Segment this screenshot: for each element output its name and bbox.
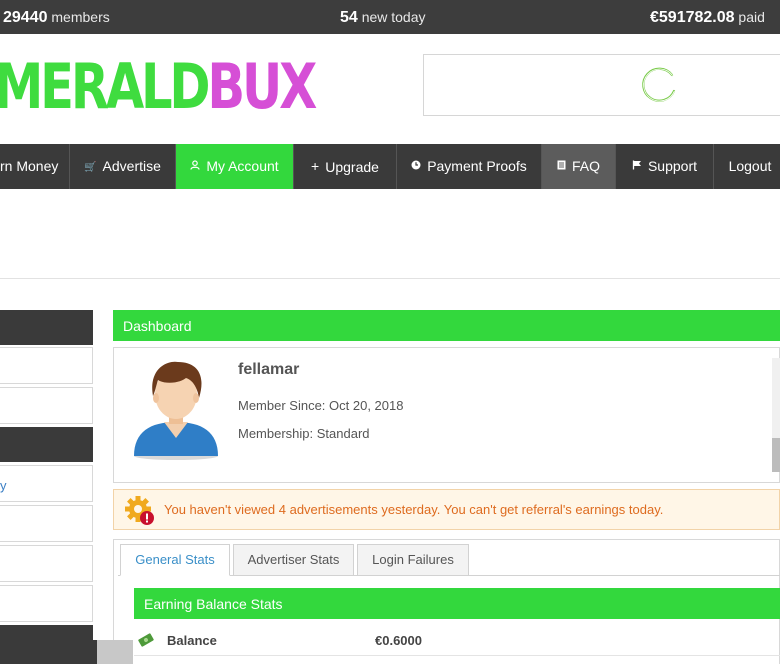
profile-scrollbar[interactable] <box>772 358 780 472</box>
nav-logout-label: Logout <box>728 158 772 174</box>
earning-balance-header: Earning Balance Stats <box>134 588 780 619</box>
sidebar-item[interactable] <box>0 585 93 622</box>
sidebar-item[interactable] <box>0 505 93 542</box>
user-icon <box>190 145 200 189</box>
money-icon <box>138 633 154 647</box>
members-stat: 29440 members <box>3 9 110 27</box>
bottom-overlay-bar <box>0 640 133 664</box>
sidebar-header <box>0 310 93 345</box>
balance-row-divider <box>134 655 780 656</box>
paid-amount: €591782.08 <box>650 9 735 26</box>
loading-spinner-icon <box>642 67 676 102</box>
banner-ad-box[interactable] <box>423 54 780 116</box>
nav-upgrade-label: Upgrade <box>325 159 379 175</box>
bottom-overlay-dark <box>0 640 97 664</box>
flag-icon <box>632 145 642 189</box>
site-logo[interactable]: MERALDBUX <box>0 50 317 123</box>
profile-membership: Membership: Standard <box>238 426 370 441</box>
dashboard-header: Dashboard <box>113 310 780 341</box>
tab-advertiser-stats[interactable]: Advertiser Stats <box>233 544 354 576</box>
content-divider <box>0 278 780 279</box>
new-today-count: 54 <box>340 9 358 26</box>
logo-part-pink: BUX <box>207 50 317 123</box>
dashboard-title: Dashboard <box>123 318 192 334</box>
balance-label: Balance <box>167 633 217 648</box>
logo-part-green: MERALD <box>0 50 211 123</box>
tab-login-failures[interactable]: Login Failures <box>357 544 469 576</box>
nav-payment-proofs[interactable]: Payment Proofs <box>397 144 542 189</box>
site-stats-bar: 29440 members 54 new today €591782.08 pa… <box>0 0 780 34</box>
user-avatar-icon <box>134 361 218 460</box>
profile-username: fellamar <box>238 361 300 378</box>
book-icon <box>557 145 566 189</box>
sidebar-item[interactable] <box>0 545 93 582</box>
nav-advertise-label: Advertise <box>102 158 161 174</box>
scrollbar-thumb[interactable] <box>772 438 780 472</box>
warning-gear-icon <box>125 496 154 525</box>
cart-icon: 🛒 <box>84 162 97 173</box>
paid-stat: €591782.08 paid <box>650 9 765 27</box>
referral-warning-alert: You haven't viewed 4 advertisements yest… <box>113 489 780 530</box>
sidebar-item-label: y <box>0 478 7 493</box>
main-nav: rn Money 🛒 Advertise My Account + Upgrade … <box>0 144 780 189</box>
tab-login-failures-label: Login Failures <box>372 552 454 567</box>
nav-payment-proofs-label: Payment Proofs <box>427 158 527 174</box>
nav-support[interactable]: Support <box>616 144 714 189</box>
nav-my-account[interactable]: My Account <box>176 144 294 189</box>
tab-advertiser-stats-label: Advertiser Stats <box>247 552 340 567</box>
sidebar-item[interactable]: y <box>0 465 93 502</box>
nav-faq-label: FAQ <box>571 158 600 174</box>
balance-value: €0.6000 <box>375 633 422 648</box>
members-count: 29440 <box>3 9 48 26</box>
nav-logout[interactable]: Logout <box>714 144 780 189</box>
paid-label: paid <box>738 9 765 25</box>
earning-balance-title: Earning Balance Stats <box>144 596 283 612</box>
sidebar-item[interactable] <box>0 387 93 424</box>
new-today-stat: 54 new today <box>340 9 426 27</box>
sidebar-item[interactable] <box>0 347 93 384</box>
profile-card: fellamar Member Since: Oct 20, 2018 Memb… <box>113 347 780 483</box>
nav-advertise[interactable]: 🛒 Advertise <box>70 144 176 189</box>
stats-tabs-panel: General Stats Advertiser Stats Login Fai… <box>113 539 780 664</box>
members-label: members <box>51 9 110 25</box>
profile-member-since: Member Since: Oct 20, 2018 <box>238 398 404 413</box>
nav-upgrade[interactable]: + Upgrade <box>294 144 397 189</box>
nav-faq[interactable]: FAQ <box>542 144 616 189</box>
nav-earn-money-label: rn Money <box>0 158 59 174</box>
sidebar-header <box>0 427 93 462</box>
nav-support-label: Support <box>647 158 698 174</box>
nav-my-account-label: My Account <box>206 158 279 174</box>
tab-general-stats[interactable]: General Stats <box>120 544 230 576</box>
new-today-label: new today <box>361 9 426 25</box>
clock-icon <box>411 145 421 189</box>
warning-text: You haven't viewed 4 advertisements yest… <box>164 502 664 517</box>
nav-earn-money[interactable]: rn Money <box>0 144 70 189</box>
tab-general-stats-label: General Stats <box>135 552 215 567</box>
plus-icon: + <box>311 158 320 174</box>
